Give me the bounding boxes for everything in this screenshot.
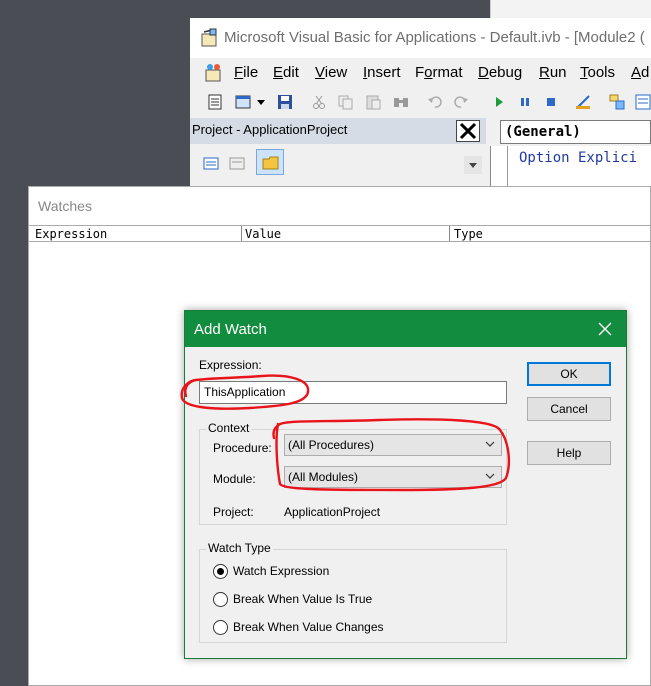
insert-userform-icon[interactable] — [234, 93, 252, 111]
vba-app-icon — [201, 28, 217, 47]
project-value: ApplicationProject — [284, 505, 381, 519]
column-separator[interactable] — [449, 226, 450, 241]
radio-circle — [213, 620, 228, 635]
dropdown-arrow-icon[interactable] — [256, 93, 266, 111]
procedure-value: (All Procedures) — [288, 438, 375, 452]
procedure-dropdown[interactable]: (All Procedures) — [284, 434, 502, 456]
cancel-button[interactable]: Cancel — [527, 397, 611, 421]
context-group: Context Procedure: (All Procedures) Modu… — [199, 421, 507, 525]
scroll-down-button[interactable] — [464, 156, 482, 174]
radio-label: Break When Value Is True — [233, 592, 373, 606]
menu-tools[interactable]: Tools — [580, 64, 615, 81]
menu-addins[interactable]: Ad — [631, 64, 649, 81]
folder-icon — [262, 156, 279, 170]
module-value: (All Modules) — [288, 470, 359, 484]
context-legend: Context — [206, 421, 252, 435]
procedure-label: Procedure: — [213, 441, 272, 455]
code-line: Option Explici — [519, 150, 638, 166]
view-code-icon[interactable] — [202, 154, 220, 172]
object-combo[interactable]: (General) — [500, 120, 651, 144]
ok-button[interactable]: OK — [527, 362, 611, 386]
menu-bar: File Edit View Insert Format Debug Run T… — [190, 58, 651, 88]
view-object-icon[interactable] — [228, 154, 246, 172]
chevron-down-icon — [485, 441, 495, 447]
save-icon[interactable] — [276, 93, 294, 111]
column-separator[interactable] — [241, 226, 242, 241]
stop-icon[interactable] — [542, 93, 560, 111]
chevron-down-icon — [485, 473, 495, 479]
dialog-close-button[interactable] — [595, 319, 615, 339]
close-icon — [598, 322, 612, 336]
menu-format[interactable]: Format — [415, 64, 463, 81]
menu-debug[interactable]: Debug — [478, 64, 522, 81]
watch-type-legend: Watch Type — [206, 541, 273, 555]
watches-title: Watches — [38, 198, 92, 214]
project-explorer-icon[interactable] — [608, 93, 626, 111]
expression-value: ThisApplication — [204, 385, 286, 399]
menu-view[interactable]: View — [315, 64, 347, 81]
menu-insert[interactable]: Insert — [363, 64, 401, 81]
menu-edit[interactable]: Edit — [273, 64, 299, 81]
column-value[interactable]: Value — [245, 227, 281, 241]
paste-icon[interactable] — [364, 93, 382, 111]
radio-circle — [213, 564, 228, 579]
toggle-folders-button[interactable] — [256, 149, 284, 175]
project-close-button[interactable] — [456, 120, 480, 142]
radio-label: Break When Value Changes — [233, 620, 384, 634]
column-expression[interactable]: Expression — [35, 227, 107, 241]
cut-icon[interactable] — [310, 93, 328, 111]
copy-icon[interactable] — [336, 93, 354, 111]
project-explorer-title: Project - ApplicationProject — [192, 122, 348, 137]
expression-input[interactable]: ThisApplication — [199, 381, 507, 404]
close-icon — [459, 122, 477, 140]
module-dropdown[interactable]: (All Modules) — [284, 466, 502, 488]
dialog-title-bar: Add Watch — [185, 311, 626, 347]
help-button[interactable]: Help — [527, 441, 611, 465]
vba-menu-icon[interactable] — [202, 62, 224, 84]
redo-icon[interactable] — [452, 93, 470, 111]
radio-circle — [213, 592, 228, 607]
project-label: Project: — [213, 505, 254, 519]
run-icon[interactable] — [490, 93, 508, 111]
watches-title-bar: Watches — [29, 187, 650, 225]
project-explorer-toolbar — [190, 144, 486, 180]
standard-toolbar — [190, 88, 651, 116]
design-mode-icon[interactable] — [574, 93, 592, 111]
object-combo-value: (General) — [505, 124, 581, 140]
menu-run[interactable]: Run — [539, 64, 567, 81]
radio-break-when-true[interactable]: Break When Value Is True — [213, 591, 413, 609]
module-label: Module: — [213, 472, 256, 486]
expression-label: Expression: — [199, 358, 262, 372]
radio-watch-expression[interactable]: Watch Expression — [213, 563, 413, 581]
add-watch-dialog: Add Watch Expression: ThisApplication Co… — [184, 310, 627, 659]
vba-title-text: Microsoft Visual Basic for Applications … — [224, 29, 645, 46]
project-explorer-header: Project - ApplicationProject — [190, 118, 486, 144]
pause-icon[interactable] — [516, 93, 534, 111]
watches-column-header: Expression Value Type — [29, 225, 650, 242]
scroll-down-icon — [469, 163, 477, 168]
view-excel-icon[interactable] — [206, 93, 224, 111]
vba-title-bar: Microsoft Visual Basic for Applications … — [190, 18, 651, 58]
undo-icon[interactable] — [426, 93, 444, 111]
properties-icon[interactable] — [634, 93, 651, 111]
find-icon[interactable] — [392, 93, 410, 111]
radio-break-when-changes[interactable]: Break When Value Changes — [213, 619, 413, 637]
radio-label: Watch Expression — [233, 564, 330, 578]
menu-file[interactable]: File — [234, 64, 258, 81]
dialog-title: Add Watch — [194, 321, 267, 338]
background-window — [490, 0, 651, 18]
radio-selected-dot — [217, 568, 224, 575]
column-type[interactable]: Type — [454, 227, 483, 241]
